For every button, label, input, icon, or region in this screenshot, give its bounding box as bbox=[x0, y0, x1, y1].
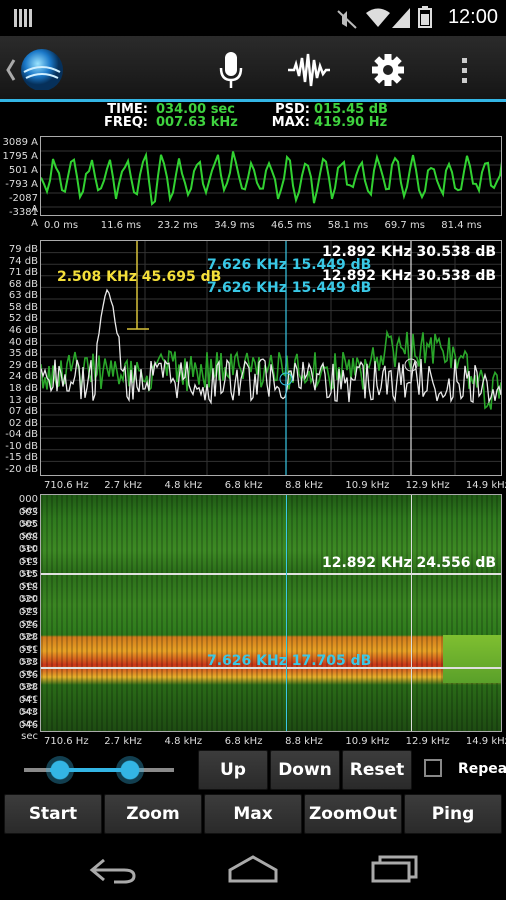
white-cursor-label: 12.892 KHz 30.538 dB bbox=[322, 244, 497, 260]
white-freq-cursor bbox=[411, 495, 412, 731]
action-bar-divider bbox=[0, 99, 506, 102]
back-icon[interactable] bbox=[88, 856, 138, 884]
spectrum-y-tick: 02 dB bbox=[8, 417, 38, 429]
notification-icon bbox=[14, 9, 32, 27]
spectrum-y-tick: 79 dB bbox=[8, 244, 38, 255]
start-button[interactable]: Start bbox=[4, 794, 102, 834]
spectrum-y-tick: -15 dB bbox=[5, 452, 38, 464]
cyan-freq-cursor bbox=[286, 495, 287, 731]
mute-icon bbox=[337, 10, 357, 29]
status-bar: 12:00 bbox=[0, 0, 506, 36]
range-slider[interactable] bbox=[20, 752, 180, 788]
max-value: 419.90 Hz bbox=[314, 115, 388, 130]
repeat-label: Repeat bbox=[458, 761, 506, 777]
time-cursor-line bbox=[41, 573, 501, 575]
spectrogram-x-tick: 12.9 kHz bbox=[405, 736, 450, 747]
spectrum-y-tick: 58 dB bbox=[8, 301, 38, 313]
down-button[interactable]: Down bbox=[270, 750, 340, 790]
spectrum-y-tick: 18 dB bbox=[8, 382, 38, 394]
waveform-x-tick: 23.2 ms bbox=[157, 220, 198, 231]
spectrum-y-tick: -10 dB bbox=[5, 440, 38, 452]
spectrum-x-tick: 12.9 kHz bbox=[405, 480, 450, 491]
spectrum-x-tick: 8.8 kHz bbox=[285, 480, 323, 491]
clock: 12:00 bbox=[447, 6, 498, 28]
peak-marker-label: 2.508 KHz 45.695 dB bbox=[57, 269, 222, 285]
spectrogram-white-marker: 12.892 KHz 24.556 dB bbox=[322, 555, 497, 571]
spectrogram-x-tick: 4.8 kHz bbox=[164, 736, 203, 747]
spectrum-y-tick: 74 dB bbox=[8, 255, 38, 267]
spectrum-x-tick: 4.8 kHz bbox=[164, 480, 203, 491]
spectrogram-cyan-marker: 7.626 KHz 17.705 dB bbox=[207, 653, 372, 669]
slider-handle-left[interactable] bbox=[46, 756, 74, 784]
reset-button[interactable]: Reset bbox=[342, 750, 412, 790]
battery-icon bbox=[418, 6, 432, 28]
up-button[interactable]: Up bbox=[198, 750, 268, 790]
microphone-icon[interactable] bbox=[216, 46, 246, 90]
spectrum-y-tick: 46 dB bbox=[8, 325, 38, 337]
max-button[interactable]: Max bbox=[204, 794, 302, 834]
spectrum-y-tick: 29 dB bbox=[8, 359, 38, 371]
waveform-x-tick: 11.6 ms bbox=[100, 220, 142, 231]
wifi-icon bbox=[366, 8, 390, 27]
waveform-x-tick: 0.0 ms bbox=[44, 220, 79, 231]
spectrum-y-tick: 13 dB bbox=[8, 394, 38, 406]
spectrum-x-tick: 6.8 kHz bbox=[224, 480, 263, 491]
zoom-button[interactable]: Zoom bbox=[104, 794, 202, 834]
spectrogram-x-tick: 6.8 kHz bbox=[224, 736, 263, 747]
freq-label: FREQ: bbox=[103, 115, 148, 130]
max-label: MAX: bbox=[271, 115, 310, 130]
spectrogram-x-tick: 14.9 kHz bbox=[465, 736, 506, 747]
repeat-checkbox[interactable] bbox=[424, 759, 442, 777]
white-cursor-label-2: 12.892 KHz 30.538 dB bbox=[322, 268, 497, 284]
waveform-y-tick: 1795 A bbox=[2, 151, 38, 162]
waveform-y-tick: -3381 A bbox=[8, 207, 38, 229]
overflow-menu-icon[interactable] bbox=[458, 46, 472, 90]
slider-handle-right[interactable] bbox=[116, 756, 144, 784]
waveform-x-tick: 69.7 ms bbox=[384, 220, 425, 231]
spectrum-y-tick: 35 dB bbox=[8, 348, 38, 360]
spectrum-y-tick: 52 dB bbox=[8, 313, 38, 325]
waveform-x-tick: 81.4 ms bbox=[441, 220, 482, 231]
spectrogram-heatmap bbox=[41, 495, 501, 731]
spectrogram-y-tick: 046 sec bbox=[18, 720, 38, 742]
navigation-bar bbox=[0, 840, 506, 900]
signal-icon bbox=[392, 8, 410, 28]
gear-icon[interactable] bbox=[370, 46, 406, 90]
zoomout-button[interactable]: ZoomOut bbox=[304, 794, 402, 834]
spectrum-y-tick: 63 dB bbox=[8, 290, 38, 302]
recent-apps-icon[interactable] bbox=[370, 854, 420, 884]
spectrogram-x-tick: 710.6 Hz bbox=[44, 736, 89, 747]
waveform-y-tick: 501 A bbox=[8, 165, 38, 176]
spectrum-x-tick: 710.6 Hz bbox=[44, 480, 89, 491]
waveform-x-tick: 34.9 ms bbox=[214, 220, 255, 231]
app-logo-icon[interactable] bbox=[4, 46, 68, 90]
spectrum-y-tick: 07 dB bbox=[8, 406, 38, 418]
spectrogram-x-tick: 10.9 kHz bbox=[345, 736, 390, 747]
waveform-y-tick: -793 A bbox=[5, 179, 38, 190]
spectrum-plot[interactable]: 2.508 KHz 45.695 dB 7.626 KHz 15.449 dB … bbox=[40, 240, 502, 476]
spectrum-y-tick: 68 dB bbox=[8, 278, 38, 290]
waveform-canvas bbox=[41, 150, 501, 208]
waveform-y-tick: 3089 A bbox=[2, 137, 38, 148]
spectrum-y-tick: 24 dB bbox=[8, 371, 38, 383]
spectrum-y-tick: -20 dB bbox=[5, 464, 38, 475]
ping-button[interactable]: Ping bbox=[404, 794, 502, 834]
waveform-plot[interactable] bbox=[40, 136, 502, 216]
spectrum-y-tick: 71 dB bbox=[8, 267, 38, 279]
freq-value: 007.63 kHz bbox=[156, 115, 238, 130]
home-icon[interactable] bbox=[226, 854, 280, 884]
waveform-icon[interactable] bbox=[286, 46, 332, 90]
spectrogram-band bbox=[443, 635, 501, 683]
spectrum-y-tick: -04 dB bbox=[5, 429, 38, 441]
spectrogram-x-tick: 8.8 kHz bbox=[285, 736, 323, 747]
waveform-x-tick: 58.1 ms bbox=[327, 220, 369, 231]
spectrogram-plot[interactable]: 12.892 KHz 24.556 dB 7.626 KHz 17.705 dB bbox=[40, 494, 502, 732]
spectrum-x-tick: 14.9 kHz bbox=[465, 480, 506, 491]
action-bar bbox=[0, 36, 506, 100]
spectrum-y-tick: 40 dB bbox=[8, 336, 38, 348]
spectrum-x-tick: 10.9 kHz bbox=[345, 480, 390, 491]
waveform-x-tick: 46.5 ms bbox=[271, 220, 312, 231]
spectrogram-x-tick: 2.7 kHz bbox=[104, 736, 142, 747]
spectrum-x-tick: 2.7 kHz bbox=[104, 480, 142, 491]
